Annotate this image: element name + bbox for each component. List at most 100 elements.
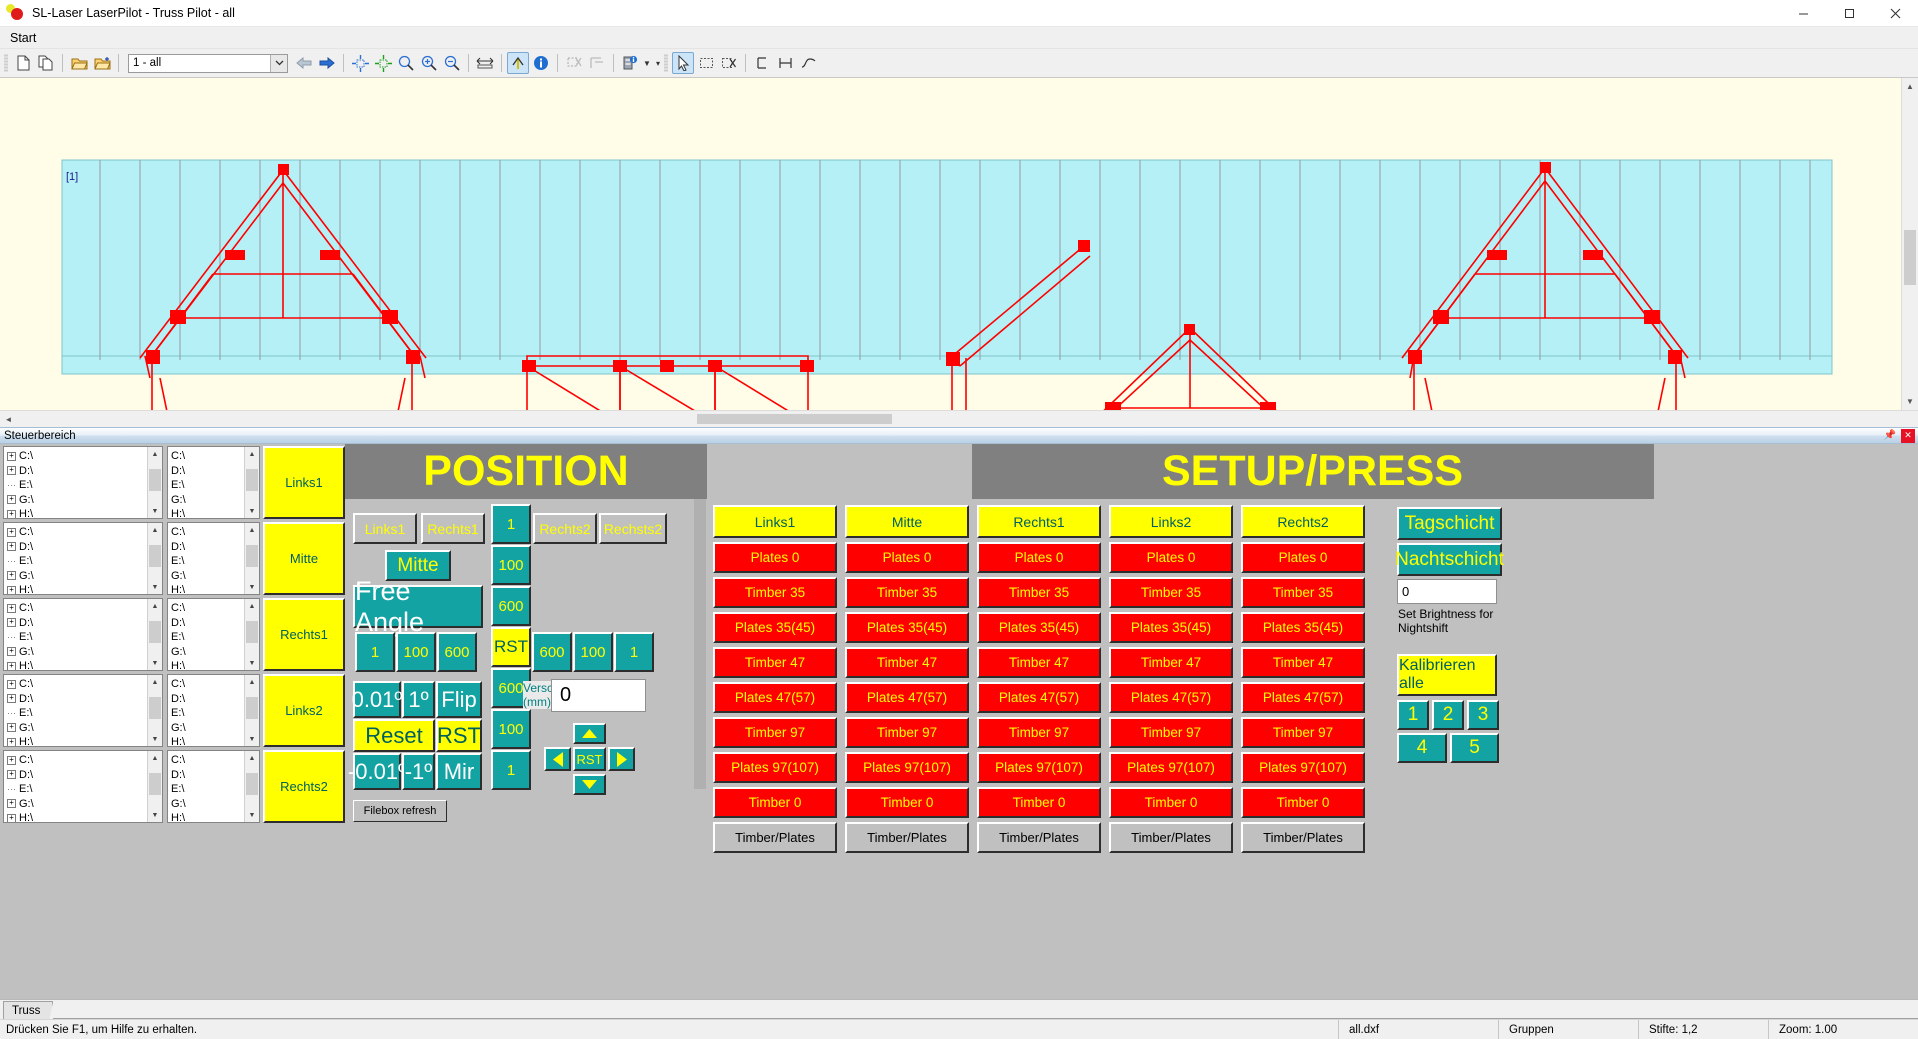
scroll-up-icon[interactable]: ▲ bbox=[245, 675, 259, 689]
step-1-right-button[interactable]: 1 bbox=[614, 632, 654, 672]
tree-scroll-thumb[interactable] bbox=[149, 545, 161, 567]
setup-cell[interactable]: Timber 35 bbox=[1241, 577, 1365, 608]
setup-header-links1[interactable]: Links1 bbox=[713, 505, 837, 538]
expand-icon[interactable]: + bbox=[7, 618, 16, 627]
open-folder-icon[interactable] bbox=[68, 52, 90, 74]
position-rechts2-button[interactable]: Rechts2 bbox=[533, 513, 597, 544]
setup-cell[interactable]: Timber 47 bbox=[845, 647, 969, 678]
expand-icon[interactable]: + bbox=[7, 662, 16, 670]
info-icon[interactable] bbox=[530, 52, 552, 74]
setup-cell[interactable]: Plates 97(107) bbox=[713, 752, 837, 783]
rst-button[interactable]: RST bbox=[436, 719, 482, 752]
position-links1-button[interactable]: Links1 bbox=[353, 513, 417, 544]
mirror-button[interactable]: Mir bbox=[436, 753, 482, 790]
hscroll-thumb[interactable] bbox=[697, 414, 892, 424]
scroll-left-icon[interactable]: ◄ bbox=[0, 411, 17, 427]
kalibrieren-alle-button[interactable]: Kalibrieren alle bbox=[1397, 654, 1497, 696]
scroll-down-icon[interactable]: ▼ bbox=[245, 656, 259, 670]
vscroll-thumb[interactable] bbox=[1904, 230, 1916, 285]
pin-icon[interactable]: 📌 bbox=[1883, 429, 1897, 443]
tree-scroll-thumb[interactable] bbox=[149, 621, 161, 643]
delete-marker-icon[interactable] bbox=[563, 52, 585, 74]
projector-dropdown-caret-icon[interactable]: ▼ bbox=[642, 59, 652, 68]
close-button[interactable] bbox=[1872, 0, 1918, 26]
setup-cell[interactable]: Timber 97 bbox=[845, 717, 969, 748]
hscroll-track[interactable] bbox=[17, 411, 1918, 427]
tree-scroll-thumb[interactable] bbox=[246, 697, 258, 719]
setup-cell[interactable]: Plates 47(57) bbox=[977, 682, 1101, 713]
scroll-down-icon[interactable]: ▼ bbox=[148, 580, 162, 594]
tree-scroll-thumb[interactable] bbox=[246, 621, 258, 643]
maximize-button[interactable] bbox=[1826, 0, 1872, 26]
setup-header-rechts2[interactable]: Rechts2 bbox=[1241, 505, 1365, 538]
arrow-right-icon[interactable] bbox=[608, 747, 635, 771]
setup-cell[interactable]: Timber 35 bbox=[977, 577, 1101, 608]
flip-button[interactable]: Flip bbox=[436, 681, 482, 718]
tree-scroll-thumb[interactable] bbox=[246, 545, 258, 567]
scroll-up-icon[interactable]: ▲ bbox=[245, 523, 259, 537]
position-rechts1-button[interactable]: Rechts1 bbox=[421, 513, 485, 544]
vscroll-track[interactable] bbox=[1902, 95, 1918, 393]
zoom-out-icon[interactable] bbox=[441, 52, 463, 74]
setup-cell[interactable]: Plates 47(57) bbox=[845, 682, 969, 713]
position-col-600-button[interactable]: 600 bbox=[491, 586, 531, 626]
step-100-right-button[interactable]: 100 bbox=[573, 632, 613, 672]
position-col-1-button[interactable]: 1 bbox=[491, 504, 531, 544]
tree-scroll-thumb[interactable] bbox=[246, 469, 258, 491]
versch-input[interactable]: 0 bbox=[551, 679, 646, 712]
chevron-down-icon[interactable] bbox=[270, 55, 287, 72]
file-tree-4b[interactable]: C:\ D:\ E:\ G:\ H:\ ▲ ▼ bbox=[167, 674, 260, 747]
expand-icon[interactable]: + bbox=[7, 738, 16, 746]
scroll-down-icon[interactable]: ▼ bbox=[148, 808, 162, 822]
setup-cell[interactable]: Plates 35(45) bbox=[1241, 612, 1365, 643]
expand-icon[interactable]: + bbox=[7, 799, 16, 808]
expand-icon[interactable]: + bbox=[7, 770, 16, 779]
tree-scroll-thumb[interactable] bbox=[149, 773, 161, 795]
file-tree-3b[interactable]: C:\ D:\ E:\ G:\ H:\ ▲ ▼ bbox=[167, 598, 260, 671]
fit-selection-icon[interactable] bbox=[372, 52, 394, 74]
setup-cell-timber-plates[interactable]: Timber/Plates bbox=[713, 822, 837, 853]
rotate-0-01-button[interactable]: 0.01º bbox=[353, 681, 401, 718]
expand-icon[interactable]: + bbox=[7, 466, 16, 475]
scroll-down-icon[interactable]: ▼ bbox=[1902, 393, 1918, 410]
open-folder-add-icon[interactable] bbox=[91, 52, 113, 74]
expand-icon[interactable]: + bbox=[7, 542, 16, 551]
setup-cell[interactable]: Plates 0 bbox=[1109, 542, 1233, 573]
expand-icon[interactable]: + bbox=[7, 510, 16, 518]
setup-cell[interactable]: Timber 0 bbox=[713, 787, 837, 818]
setup-cell-timber-plates[interactable]: Timber/Plates bbox=[1241, 822, 1365, 853]
file-tree-5a[interactable]: +C:\ +D:\ ⋯E:\ +G:\ +H:\ ▲ ▼ bbox=[3, 750, 163, 823]
file-tree-2b[interactable]: C:\ D:\ E:\ G:\ H:\ ▲ ▼ bbox=[167, 522, 260, 595]
scroll-up-icon[interactable]: ▲ bbox=[148, 523, 162, 537]
scroll-up-icon[interactable]: ▲ bbox=[148, 675, 162, 689]
canvas-vertical-scrollbar[interactable]: ▲ ▼ bbox=[1901, 78, 1918, 410]
arrow-left-icon[interactable] bbox=[544, 747, 571, 771]
position-col-100-b-button[interactable]: 100 bbox=[491, 709, 531, 749]
side-button-rechts1[interactable]: Rechts1 bbox=[263, 598, 345, 671]
canvas-horizontal-scrollbar[interactable]: ◄ bbox=[0, 410, 1918, 427]
tree-scrollbar[interactable]: ▲ ▼ bbox=[147, 599, 162, 670]
position-panel-scrollbar[interactable] bbox=[693, 499, 707, 999]
setup-cell[interactable]: Plates 35(45) bbox=[977, 612, 1101, 643]
file-tree-5b[interactable]: C:\ D:\ E:\ G:\ H:\ ▲ ▼ bbox=[167, 750, 260, 823]
arrow-down-icon[interactable] bbox=[573, 774, 606, 795]
expand-icon[interactable]: + bbox=[7, 586, 16, 594]
tagschicht-button[interactable]: Tagschicht bbox=[1397, 507, 1502, 540]
drawing-canvas[interactable]: [1] bbox=[0, 78, 1901, 410]
pad-rst-button[interactable]: RST bbox=[573, 747, 606, 771]
scroll-up-icon[interactable]: ▲ bbox=[245, 599, 259, 613]
tree-scrollbar[interactable]: ▲ ▼ bbox=[244, 751, 259, 822]
tree-scroll-thumb[interactable] bbox=[149, 697, 161, 719]
back-arrow-icon[interactable] bbox=[293, 52, 315, 74]
bracket-icon[interactable] bbox=[751, 52, 773, 74]
setup-cell[interactable]: Plates 47(57) bbox=[1241, 682, 1365, 713]
setup-cell[interactable]: Plates 97(107) bbox=[845, 752, 969, 783]
setup-header-links2[interactable]: Links2 bbox=[1109, 505, 1233, 538]
rotate-minus-0-01-button[interactable]: -0.01º bbox=[353, 753, 401, 790]
scroll-up-icon[interactable]: ▲ bbox=[148, 751, 162, 765]
position-col-100-button[interactable]: 100 bbox=[491, 545, 531, 585]
expand-icon[interactable]: + bbox=[7, 452, 16, 461]
arrow-up-icon[interactable] bbox=[573, 723, 606, 744]
rotate-minus-1-button[interactable]: -1º bbox=[402, 753, 435, 790]
tree-scrollbar[interactable]: ▲ ▼ bbox=[147, 751, 162, 822]
